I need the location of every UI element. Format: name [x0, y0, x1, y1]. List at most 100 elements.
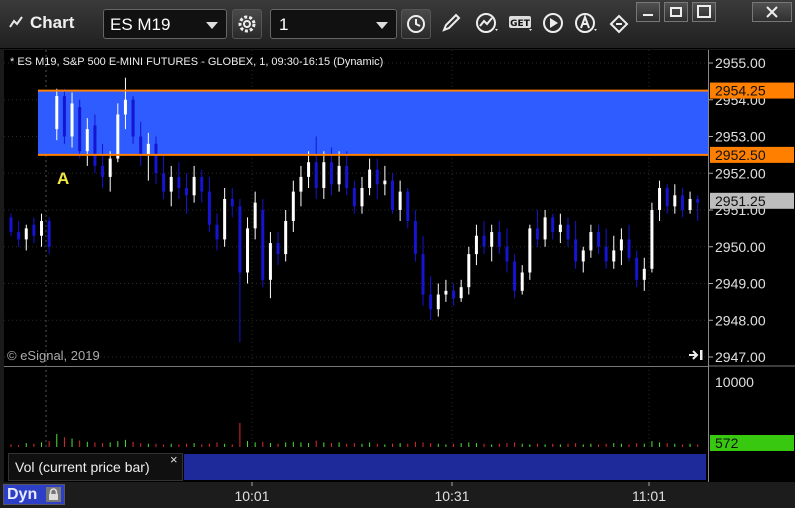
candle-body — [429, 294, 433, 310]
candle-body — [78, 107, 82, 152]
clock-icon — [407, 15, 425, 33]
price-chart[interactable] — [4, 50, 708, 482]
candle-body — [551, 217, 555, 233]
candle-body — [658, 187, 662, 210]
candle-body — [520, 272, 524, 291]
candle-body — [459, 287, 463, 299]
candle-body — [17, 232, 21, 240]
price-axis: 2955.00 2954.00 2953.00 2952.00 2951.00 2950.… — [708, 50, 795, 482]
volume-tag-label: 572 — [715, 435, 739, 451]
candle-body — [604, 246, 608, 262]
candle-body — [413, 221, 417, 255]
restore-icon — [670, 7, 682, 17]
candle-body — [184, 187, 188, 196]
price-tick-label: 2948.00 — [715, 312, 766, 328]
close-icon — [766, 6, 778, 18]
link-button[interactable] — [604, 9, 634, 39]
get-data-button[interactable]: GET — [505, 9, 535, 39]
chart-window-icon — [9, 16, 23, 28]
candle-body — [192, 176, 196, 196]
time-tick-label: 11:01 — [632, 488, 666, 504]
title-bar: Chart ES M19 1 GET — [0, 0, 795, 49]
candle-body — [574, 239, 578, 262]
minimize-button[interactable] — [636, 2, 660, 22]
candle-body — [131, 99, 135, 137]
candle-body — [635, 257, 639, 280]
scroll-to-end-icon[interactable] — [687, 348, 705, 362]
play-icon — [543, 13, 563, 33]
candle-body — [291, 191, 295, 222]
candle-body — [597, 232, 601, 247]
candle-body — [85, 129, 89, 152]
vol-panel-label-box: Vol (current price bar) — [8, 453, 183, 481]
candle-body — [70, 103, 74, 137]
panel-divider — [4, 366, 708, 367]
settings-button[interactable] — [232, 9, 262, 39]
candle-body — [108, 158, 112, 177]
candle-body — [207, 191, 211, 225]
candle-body — [688, 198, 692, 210]
candle-body — [154, 143, 158, 174]
marker-a-label: A — [57, 169, 70, 188]
copyright-label: © eSignal, 2019 — [7, 348, 100, 363]
replay-button[interactable] — [539, 9, 569, 39]
candle-body — [139, 136, 143, 155]
time-axis-bar: Dyn 10:01 10:31 11:01 — [0, 482, 795, 508]
minimize-icon — [643, 14, 653, 16]
candle-body — [177, 176, 181, 188]
candle-body — [24, 228, 28, 240]
candle-body — [276, 243, 280, 255]
price-axis-svg: 2955.002954.002953.002952.002951.002950.… — [709, 55, 795, 451]
price-tick-label: 2947.00 — [715, 349, 766, 365]
window-title: Chart — [30, 13, 75, 32]
pencil-icon — [442, 13, 461, 32]
price-tick-label: 2955.00 — [715, 55, 766, 71]
candle-body — [436, 294, 440, 310]
time-tick-label: 10:31 — [434, 488, 469, 504]
candle-body — [673, 195, 677, 207]
draw-tool-button[interactable] — [437, 9, 467, 39]
candle-body — [322, 162, 326, 188]
gear-icon — [238, 15, 256, 33]
interval-selector[interactable]: 1 — [270, 9, 397, 39]
candle-body — [642, 268, 646, 280]
price-tag-label: 2951.25 — [715, 193, 766, 209]
candle-body — [93, 125, 97, 166]
candle-body — [665, 187, 669, 207]
get-icon-text: GET — [510, 19, 531, 29]
candle-body — [375, 169, 379, 185]
symbol-selector[interactable]: ES M19 — [103, 9, 227, 39]
candle-body — [40, 221, 44, 236]
candle-body — [467, 254, 471, 288]
close-button[interactable] — [752, 2, 792, 22]
candle-body — [230, 198, 234, 207]
candle-body — [505, 246, 509, 262]
vol-close-icon[interactable]: × — [170, 452, 178, 467]
candle-body — [497, 232, 501, 247]
candle-body — [696, 198, 700, 203]
candle-body — [284, 221, 288, 255]
candle-body — [612, 250, 616, 262]
maximize-button[interactable] — [692, 2, 716, 22]
link-icon — [609, 14, 629, 34]
chart-area[interactable]: * ES M19, S&P 500 E-MINI FUTURES - GLOBE… — [4, 50, 708, 482]
candle-body — [299, 176, 303, 192]
candle-body — [307, 162, 311, 177]
price-tick-label: 2949.00 — [715, 276, 766, 292]
candle-body — [528, 228, 532, 273]
chevron-down-icon — [376, 22, 388, 29]
candle-body — [101, 165, 105, 177]
time-template-button[interactable] — [401, 9, 431, 39]
candle-body — [513, 261, 517, 291]
studies-button[interactable] — [472, 9, 502, 39]
candle-body — [200, 176, 204, 192]
alerts-button[interactable] — [571, 9, 601, 39]
candle-body — [581, 250, 585, 262]
restore-button[interactable] — [664, 2, 688, 22]
candle-body — [490, 232, 494, 247]
candle-body — [9, 217, 13, 233]
candle-body — [261, 210, 265, 280]
candle-body — [329, 162, 333, 185]
candle-body — [558, 224, 562, 233]
price-tick-label: 2953.00 — [715, 129, 766, 145]
